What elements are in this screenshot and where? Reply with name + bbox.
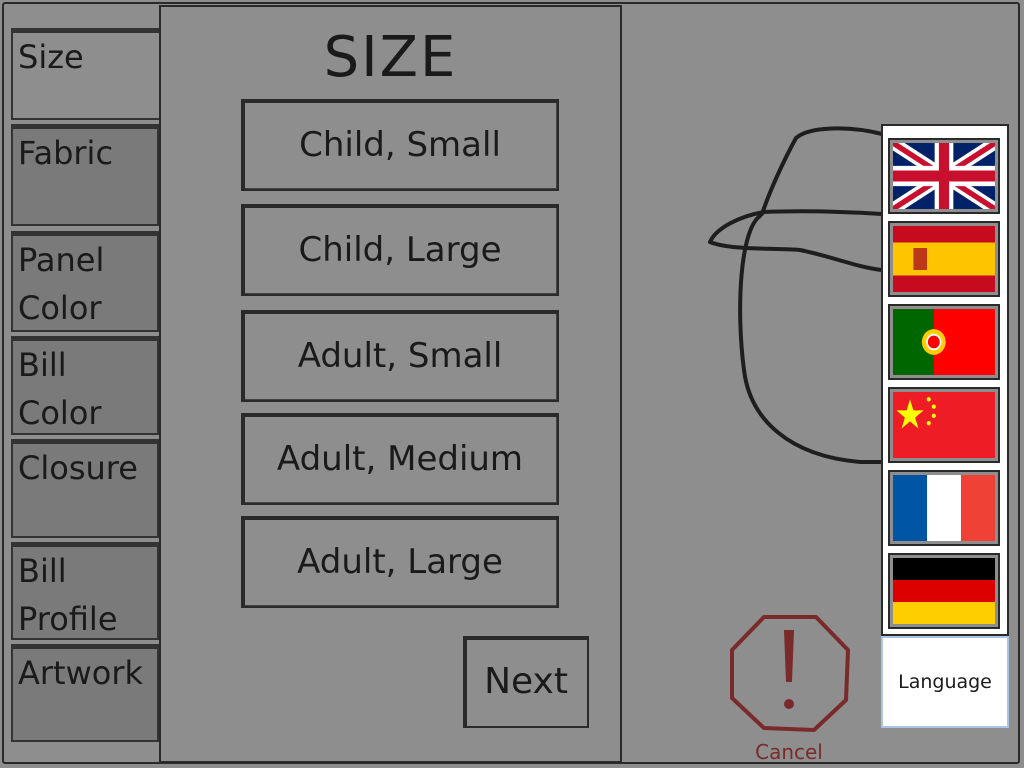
tab-closure[interactable]: Closure [11,439,159,538]
size-option-child-large[interactable]: Child, Large [241,204,559,296]
size-panel: SIZE Child, Small Child, Large Adult, Sm… [159,5,622,763]
cap-preview-icon [708,126,884,464]
portugal-flag-icon [893,309,995,375]
language-button[interactable]: Language [881,636,1009,728]
tab-bill-profile[interactable]: Bill Profile [11,542,159,640]
next-button[interactable]: Next [463,636,589,728]
china-flag-icon [893,392,995,458]
cancel-button[interactable]: Cancel [724,612,854,764]
size-option-adult-large[interactable]: Adult, Large [241,516,559,608]
tab-panel-color[interactable]: Panel Color [11,231,159,332]
size-option-adult-small[interactable]: Adult, Small [241,310,559,402]
size-option-adult-medium[interactable]: Adult, Medium [241,413,559,505]
flag-uk-button[interactable] [888,138,1000,214]
language-flags-panel [881,124,1009,636]
tab-fabric[interactable]: Fabric [11,124,159,226]
uk-flag-icon [893,143,995,209]
size-option-child-small[interactable]: Child, Small [241,99,559,191]
flag-portugal-button[interactable] [888,304,1000,380]
tab-artwork[interactable]: Artwork [11,644,159,742]
tab-bill-color[interactable]: Bill Color [11,336,159,435]
france-flag-icon [893,475,995,541]
tab-size[interactable]: Size [11,28,159,120]
spain-flag-icon [893,226,995,292]
panel-title: SIZE [323,25,458,90]
flag-spain-button[interactable] [888,221,1000,297]
germany-flag-icon [893,558,995,624]
flag-china-button[interactable] [888,387,1000,463]
flag-france-button[interactable] [888,470,1000,546]
flag-germany-button[interactable] [888,553,1000,629]
warning-octagon-icon [730,615,850,732]
cancel-label: Cancel [755,740,823,764]
